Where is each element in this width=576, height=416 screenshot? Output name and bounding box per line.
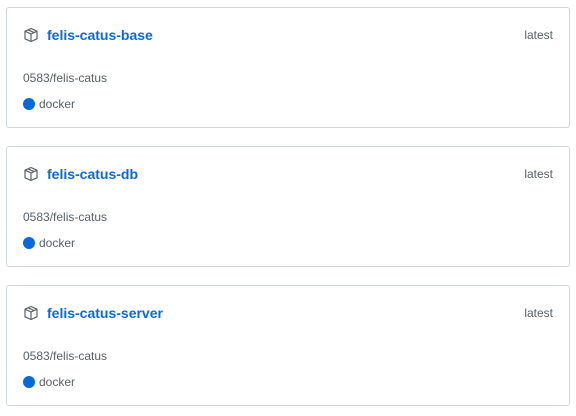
package-card-header: felis-catus-db latest — [23, 164, 553, 184]
package-type: docker — [23, 95, 75, 113]
package-version: latest — [524, 167, 553, 181]
package-repository: 0583/felis-catus — [23, 210, 108, 224]
package-repository: 0583/felis-catus — [23, 349, 108, 363]
package-card: felis-catus-server latest 0583/felis-cat… — [6, 285, 570, 406]
package-version: latest — [524, 306, 553, 320]
package-type-label: docker — [39, 236, 76, 250]
package-icon — [23, 166, 39, 182]
docker-type-dot — [23, 237, 35, 249]
package-repository: 0583/felis-catus — [23, 71, 108, 85]
docker-type-dot — [23, 98, 35, 110]
package-type: docker — [23, 373, 75, 391]
package-version: latest — [524, 28, 553, 42]
docker-type-dot — [23, 376, 35, 388]
package-name-link[interactable]: felis-catus-server — [47, 303, 163, 323]
package-type-label: docker — [39, 375, 76, 389]
package-name-link[interactable]: felis-catus-base — [47, 25, 153, 45]
package-type: docker — [23, 234, 75, 252]
package-name-link[interactable]: felis-catus-db — [47, 164, 138, 184]
package-card-header: felis-catus-base latest — [23, 25, 553, 45]
package-card: felis-catus-base latest 0583/felis-catus… — [6, 7, 570, 128]
package-icon — [23, 305, 39, 321]
package-type-label: docker — [39, 97, 76, 111]
package-card-header: felis-catus-server latest — [23, 303, 553, 323]
package-list: felis-catus-base latest 0583/felis-catus… — [0, 0, 576, 416]
package-card: felis-catus-db latest 0583/felis-catus d… — [6, 146, 570, 267]
package-icon — [23, 27, 39, 43]
